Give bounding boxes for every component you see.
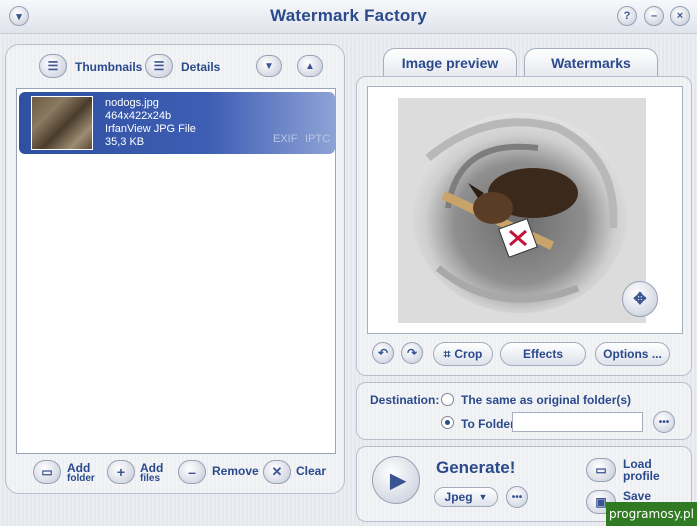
redo-button[interactable]: ↷ [401,342,423,364]
crop-button[interactable]: ⌗ Crop [433,342,493,366]
same-folder-radio[interactable] [441,393,454,406]
file-info: nodogs.jpg 464x422x24b IrfanView JPG Fil… [105,97,196,149]
watermark-factory-window: ▾ Watermark Factory ? – × ☰ Thumbnails ☰… [0,0,697,526]
image-preview-area: ✥ [367,86,683,334]
iptc-tag: IPTC [305,133,331,145]
plus-icon: + [116,464,126,480]
help-button[interactable]: ? [617,6,637,26]
clear-icon: ✕ [271,464,283,479]
tab-image-preview[interactable]: Image preview [383,48,517,76]
details-icon: ☰ [153,59,165,73]
chevron-down-icon: ▼ [478,492,488,502]
same-folder-label[interactable]: The same as original folder(s) [461,394,631,406]
swirl-photo-graphic [398,98,646,323]
browse-folder-button[interactable]: ••• [653,411,675,433]
minimize-icon: – [650,10,658,22]
generate-label[interactable]: Generate! [436,458,515,478]
format-select[interactable]: Jpeg ▼ [434,487,498,507]
window-title: Watermark Factory [270,6,427,25]
redo-icon: ↷ [406,346,418,360]
triangle-down-icon: ▼ [264,60,274,72]
details-label[interactable]: Details [181,61,220,73]
to-folder-radio[interactable] [441,416,454,429]
help-icon: ? [623,10,631,22]
move-up-button[interactable]: ▲ [297,55,323,77]
remove-label[interactable]: Remove [212,465,259,477]
format-value: Jpeg [444,490,473,504]
exif-tag: EXIF [273,133,298,145]
options-button[interactable]: Options ... [595,342,670,366]
folder-icon: ▭ [595,463,607,477]
save-icon: ▣ [595,495,607,509]
file-list[interactable]: nodogs.jpg 464x422x24b IrfanView JPG Fil… [16,88,336,454]
minimize-button[interactable]: – [644,6,664,26]
clear-button[interactable]: ✕ [263,460,291,484]
add-folder-label-2[interactable]: folder [67,473,95,484]
list-item[interactable]: nodogs.jpg 464x422x24b IrfanView JPG Fil… [19,92,335,154]
ellipsis-icon: ••• [511,491,523,503]
load-profile-button[interactable]: ▭ [586,458,616,482]
thumbnails-view-button[interactable]: ☰ [39,54,67,78]
crop-label: Crop [454,347,483,361]
play-icon: ▶ [390,469,406,492]
triangle-up-icon: ▲ [305,60,315,72]
remove-button[interactable]: – [178,460,206,484]
thumbnails-icon: ☰ [47,59,59,73]
effects-label: Effects [522,347,563,361]
watermark-badge: programosy.pl [606,502,697,526]
add-files-label-2[interactable]: files [140,473,160,484]
crop-icon: ⌗ [443,346,451,361]
minus-icon: – [188,464,196,480]
destination-label: Destination: [370,393,440,407]
close-button[interactable]: × [670,6,690,26]
title-bar: ▾ Watermark Factory ? – × [0,0,697,34]
tab-watermarks[interactable]: Watermarks [524,48,658,76]
move-arrows-icon: ✥ [633,291,647,308]
file-size: 35,3 KB [105,136,145,148]
effects-button[interactable]: Effects [500,342,586,366]
details-view-button[interactable]: ☰ [145,54,173,78]
folder-path-input[interactable] [512,412,643,432]
format-options-button[interactable]: ••• [506,486,528,508]
clear-label[interactable]: Clear [296,465,326,477]
folder-icon: ▭ [41,465,53,479]
add-files-button[interactable]: + [107,460,135,484]
preview-image [398,98,646,323]
file-name: nodogs.jpg [105,97,159,109]
ellipsis-icon: ••• [658,416,670,428]
move-down-button[interactable]: ▼ [256,55,282,77]
to-folder-label[interactable]: To Folder [461,418,515,430]
thumbnails-label[interactable]: Thumbnails [75,61,142,73]
undo-button[interactable]: ↶ [372,342,394,364]
close-icon: × [676,10,684,22]
pan-button[interactable]: ✥ [622,281,658,317]
file-type: IrfanView JPG File [105,123,196,135]
options-label: Options ... [603,347,662,361]
save-profile-label[interactable]: Save [623,490,651,502]
generate-play-button[interactable]: ▶ [372,456,420,504]
load-profile-label-2[interactable]: profile [623,470,660,482]
add-folder-button[interactable]: ▭ [33,460,61,484]
file-dimensions: 464x422x24b [105,110,172,122]
undo-icon: ↶ [377,346,389,360]
image-thumbnail [31,96,93,150]
